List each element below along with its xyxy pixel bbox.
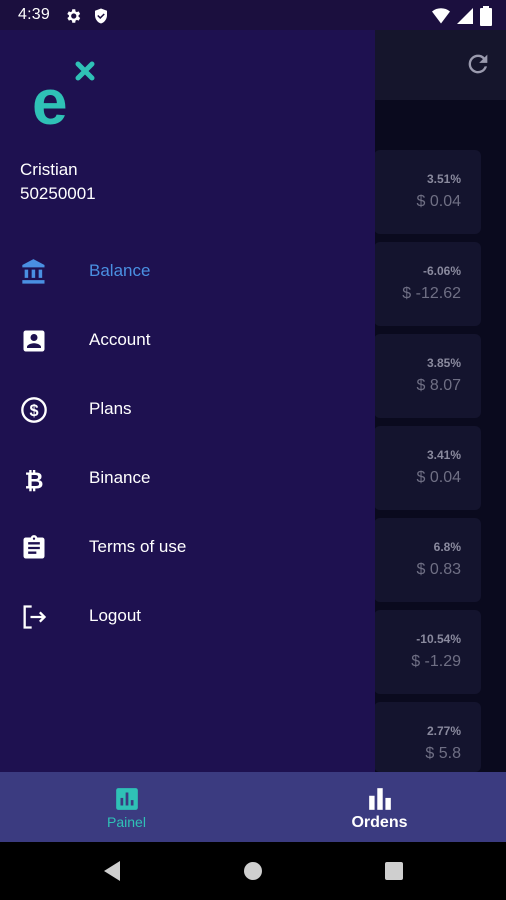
card-value: $ 8.07: [416, 377, 461, 394]
balance-card[interactable]: -10.54% $ -1.29: [374, 610, 481, 694]
card-value: $ -12.62: [402, 285, 461, 302]
card-percent: 3.41%: [426, 448, 461, 462]
menu-item-account[interactable]: Account: [0, 313, 375, 369]
card-percent: 2.77%: [426, 724, 461, 738]
navigation-drawer: e Cristian 50250001 Balance Account $ Pl…: [0, 30, 375, 772]
menu-label: Balance: [89, 261, 151, 280]
bank-icon: [22, 259, 45, 284]
menu-label: Binance: [89, 468, 151, 487]
battery-icon: [480, 6, 492, 26]
system-navigation-bar: [0, 842, 506, 900]
card-value: $ 0.04: [416, 469, 461, 486]
status-bar: 4:39: [0, 0, 506, 30]
shield-icon: [95, 8, 107, 24]
dollar-circle-icon: $: [21, 397, 47, 423]
menu-label: Account: [89, 330, 151, 349]
tab-label: Ordens: [351, 814, 408, 831]
tab-label: Painel: [107, 814, 146, 830]
balance-card[interactable]: 6.8% $ 0.83: [374, 518, 481, 602]
menu-item-binance[interactable]: ₿ Binance: [0, 451, 375, 507]
balance-card[interactable]: -6.06% $ -12.62: [374, 242, 481, 326]
gear-icon: [67, 9, 81, 23]
menu-label: Plans: [89, 399, 132, 418]
svg-text:₿: ₿: [24, 466, 43, 493]
menu-item-terms-of-use[interactable]: Terms of use: [0, 520, 375, 576]
home-icon[interactable]: [241, 859, 265, 883]
balance-card[interactable]: 2.77% $ 5.8: [374, 702, 481, 772]
menu-item-plans[interactable]: $ Plans: [0, 382, 375, 438]
refresh-icon[interactable]: [464, 50, 492, 78]
app-logo: e: [32, 61, 95, 128]
card-percent: 3.85%: [426, 356, 461, 370]
account-box-icon: [23, 330, 45, 352]
back-icon[interactable]: [100, 859, 124, 883]
card-value: $ 0.04: [416, 193, 461, 210]
svg-text:$: $: [29, 402, 38, 420]
card-value: $ 0.83: [416, 561, 461, 578]
card-percent: 3.51%: [426, 172, 461, 186]
chart-box-icon: [115, 788, 138, 810]
bar-chart-icon: [368, 788, 391, 810]
card-value: $ -1.29: [411, 653, 461, 670]
recents-icon[interactable]: [382, 859, 406, 883]
menu-item-balance[interactable]: Balance: [0, 244, 375, 300]
balance-card[interactable]: 3.41% $ 0.04: [374, 426, 481, 510]
status-time: 4:39: [18, 6, 50, 23]
balance-card[interactable]: 3.85% $ 8.07: [374, 334, 481, 418]
tab-ordens[interactable]: Ordens: [253, 772, 506, 842]
signal-icon: [457, 8, 473, 24]
bitcoin-icon: ₿: [24, 466, 43, 493]
menu-label: Logout: [89, 606, 141, 625]
card-percent: -10.54%: [416, 632, 461, 646]
menu-label: Terms of use: [89, 537, 187, 556]
balance-card[interactable]: 3.51% $ 0.04: [374, 150, 481, 234]
svg-text:e: e: [32, 66, 68, 128]
wifi-icon: [432, 8, 450, 24]
logout-icon: [23, 605, 47, 629]
card-value: $ 5.8: [425, 745, 461, 762]
user-name: Cristian: [20, 160, 78, 179]
clipboard-icon: [23, 535, 45, 559]
card-percent: -6.06%: [422, 264, 461, 278]
card-percent: 6.8%: [433, 540, 461, 554]
user-id: 50250001: [20, 184, 96, 203]
bottom-navigation: Painel Ordens: [0, 772, 506, 842]
tab-painel[interactable]: Painel: [0, 772, 253, 842]
menu-item-logout[interactable]: Logout: [0, 589, 375, 645]
